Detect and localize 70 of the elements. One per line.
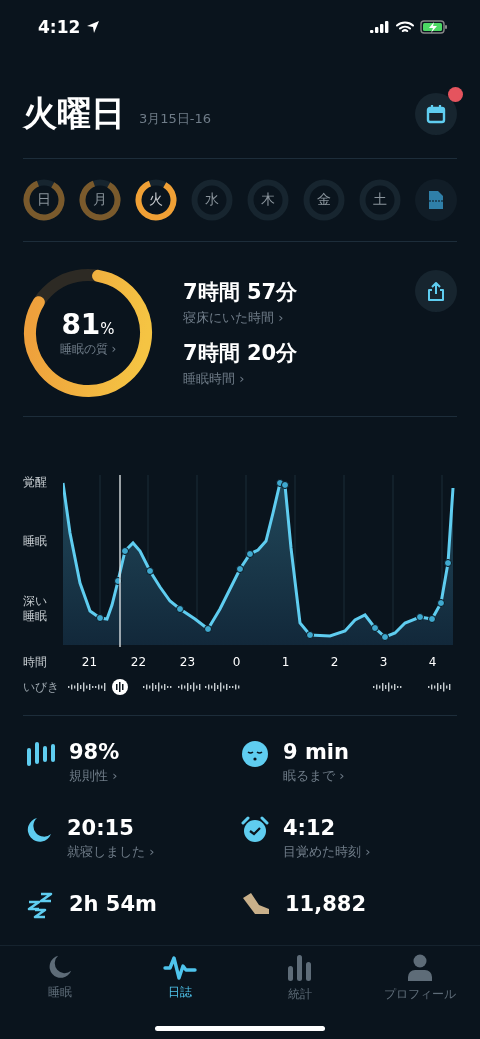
bar-chart-icon bbox=[287, 954, 313, 982]
day-label: 日 bbox=[37, 191, 51, 209]
wifi-icon bbox=[396, 20, 414, 34]
duration-value: 7時間 57分 bbox=[183, 279, 299, 306]
metric-value: 4:12 bbox=[283, 816, 337, 840]
hour-label: 3 bbox=[378, 655, 389, 669]
quality-score: 81% bbox=[61, 308, 115, 341]
moon-icon bbox=[47, 954, 73, 980]
hour-label: 2 bbox=[329, 655, 340, 669]
tab-item[interactable]: 日誌 bbox=[120, 946, 240, 1008]
duration-value: 7時間 20分 bbox=[183, 340, 299, 367]
stage-label: 深い睡眠 bbox=[23, 593, 48, 625]
day-label: 月 bbox=[93, 191, 107, 209]
calendar-button[interactable] bbox=[415, 93, 457, 135]
day-label: 金 bbox=[317, 191, 331, 209]
sleepy-face-icon bbox=[241, 740, 269, 768]
hour-label: 4 bbox=[427, 655, 438, 669]
location-arrow-icon bbox=[86, 20, 101, 34]
metric-value: 9 min bbox=[283, 740, 349, 764]
tab-item[interactable]: プロフィール bbox=[360, 946, 480, 1008]
day-label: 火 bbox=[149, 191, 163, 209]
day-button[interactable]: 金 bbox=[303, 179, 345, 221]
metric-link[interactable]: 目覚めた時刻 › bbox=[283, 843, 371, 861]
stage-label: 覚醒 bbox=[23, 475, 48, 491]
battery-charging-icon bbox=[420, 20, 448, 34]
duration-link[interactable]: 睡眠時間 › bbox=[183, 370, 385, 388]
report-button[interactable] bbox=[415, 179, 457, 221]
day-button[interactable]: 日 bbox=[23, 179, 65, 221]
duration-link[interactable]: 寝床にいた時間 › bbox=[183, 309, 385, 327]
hour-label: 22 bbox=[129, 655, 148, 669]
date-range: 3月15日-16 bbox=[139, 110, 212, 128]
day-button[interactable]: 木 bbox=[247, 179, 289, 221]
status-time: 4:12 bbox=[38, 17, 81, 37]
tab-item[interactable]: 睡眠 bbox=[0, 946, 120, 1008]
day-button[interactable]: 月 bbox=[79, 179, 121, 221]
hour-label: 21 bbox=[80, 655, 99, 669]
quality-link[interactable]: 睡眠の質 › bbox=[59, 341, 117, 358]
person-icon bbox=[407, 954, 433, 982]
bars-icon bbox=[25, 740, 55, 766]
zzz-icon bbox=[25, 892, 55, 920]
day-title: 火曜日 bbox=[23, 92, 125, 135]
hour-label: 1 bbox=[280, 655, 291, 669]
signal-icon bbox=[370, 21, 390, 33]
metric-link[interactable]: 眠るまで › bbox=[283, 767, 349, 785]
share-icon bbox=[427, 281, 445, 301]
metric-value: 2h 54m bbox=[69, 892, 157, 916]
tab-item[interactable]: 統計 bbox=[240, 946, 360, 1008]
hour-label: 0 bbox=[231, 655, 242, 669]
metric-link[interactable]: 就寝しました › bbox=[67, 843, 155, 861]
alarm-clock-icon bbox=[241, 816, 269, 844]
day-button[interactable]: 火 bbox=[135, 179, 177, 221]
snore-label: いびき bbox=[23, 678, 60, 696]
document-icon bbox=[428, 190, 444, 210]
share-button[interactable] bbox=[415, 270, 457, 312]
day-label: 水 bbox=[205, 191, 219, 209]
day-label: 土 bbox=[373, 191, 387, 209]
metric-value: 98% bbox=[69, 740, 120, 764]
day-button[interactable]: 土 bbox=[359, 179, 401, 221]
metric-value: 20:15 bbox=[67, 816, 135, 840]
moon-icon bbox=[25, 816, 53, 844]
calendar-icon bbox=[426, 104, 446, 124]
day-button[interactable]: 水 bbox=[191, 179, 233, 221]
wave-icon bbox=[163, 954, 197, 980]
hour-label: 23 bbox=[178, 655, 197, 669]
metric-link[interactable]: 規則性 › bbox=[69, 767, 120, 785]
stage-label: 睡眠 bbox=[23, 534, 48, 550]
metric-value: 11,882 bbox=[285, 892, 367, 916]
shoe-icon bbox=[241, 892, 271, 916]
axis-title: 時間 bbox=[23, 653, 48, 671]
day-label: 木 bbox=[261, 191, 275, 209]
